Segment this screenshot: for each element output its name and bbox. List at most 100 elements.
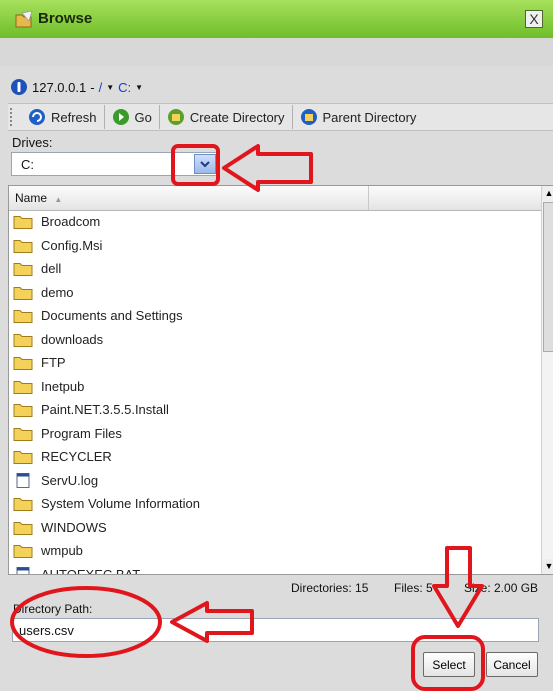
list-item-label: demo <box>41 284 74 300</box>
list-item[interactable]: AUTOEXEC.BAT <box>9 563 539 575</box>
folder-open-icon <box>15 10 33 28</box>
scroll-up-icon[interactable]: ▲ <box>542 186 553 201</box>
create-directory-button[interactable]: Create Directory <box>160 105 293 129</box>
folder-icon <box>13 263 33 277</box>
list-item-label: downloads <box>41 331 104 347</box>
column-header-name[interactable]: Name ▲ <box>9 186 369 210</box>
directory-path-label: Directory Path: <box>13 602 93 616</box>
header-band <box>0 38 553 66</box>
refresh-label: Refresh <box>51 109 97 125</box>
status-files: Files: 5 <box>394 581 433 595</box>
parent-directory-button[interactable]: Parent Directory <box>293 105 424 129</box>
folder-icon <box>13 545 33 559</box>
file-icon <box>16 472 30 488</box>
refresh-icon <box>29 109 45 125</box>
scroll-thumb[interactable] <box>543 202 553 352</box>
list-item-label: Paint.NET.3.5.5.Install <box>41 402 169 418</box>
status-directories: Directories: 15 <box>291 581 369 595</box>
folder-icon <box>13 239 33 253</box>
toolbar: Refresh Go Create Directory Parent Direc… <box>8 103 553 131</box>
list-item[interactable]: wmpub <box>9 539 539 563</box>
folder-icon <box>13 310 33 324</box>
go-button[interactable]: Go <box>105 105 160 129</box>
list-item[interactable]: Broadcom <box>9 210 539 234</box>
go-label: Go <box>134 109 152 125</box>
list-item[interactable]: demo <box>9 281 539 305</box>
list-item-label: Program Files <box>41 425 122 441</box>
create-directory-icon <box>167 109 184 125</box>
cancel-button[interactable]: Cancel <box>486 652 538 677</box>
status-bar: Directories: 15 Files: 5 Size: 2.00 GB <box>8 579 553 597</box>
scroll-down-icon[interactable]: ▼ <box>542 559 553 574</box>
title-bar: Browse X <box>0 0 553 38</box>
folder-icon <box>13 521 33 535</box>
list-item-label: ServU.log <box>41 472 99 488</box>
close-button[interactable]: X <box>525 10 543 28</box>
column-header-label: Name <box>15 191 48 205</box>
chevron-down-icon <box>200 161 210 168</box>
drives-value: C: <box>21 157 34 172</box>
close-icon: X <box>529 11 539 27</box>
status-size: Size: 2.00 GB <box>464 581 539 595</box>
list-item[interactable]: downloads <box>9 328 539 352</box>
folder-icon <box>13 427 33 441</box>
list-item[interactable]: Documents and Settings <box>9 304 539 328</box>
breadcrumb: 127.0.0.1 - / ▼ C: ▼ <box>10 76 143 98</box>
parent-directory-icon <box>300 109 317 125</box>
list-item-label: Inetpub <box>41 378 85 394</box>
folder-icon <box>13 451 33 465</box>
file-grid: Name ▲ Broadcom Config.Msi dell demo Documen… <box>8 185 553 575</box>
list-item[interactable]: dell <box>9 257 539 281</box>
directory-path-input[interactable] <box>12 618 539 642</box>
go-icon <box>112 109 129 125</box>
grid-header: Name ▲ <box>9 186 549 211</box>
list-item-label: RECYCLER <box>41 449 112 465</box>
breadcrumb-root-link[interactable]: / <box>99 80 103 95</box>
refresh-button[interactable]: Refresh <box>21 105 105 129</box>
list-item[interactable]: Inetpub <box>9 375 539 399</box>
server-icon <box>11 79 27 95</box>
window-title: Browse <box>38 10 93 27</box>
folder-icon <box>13 498 33 512</box>
list-item[interactable]: Config.Msi <box>9 234 539 258</box>
sort-ascending-icon: ▲ <box>54 195 63 204</box>
list-item[interactable]: RECYCLER <box>9 445 539 469</box>
toolbar-gripper <box>10 108 17 126</box>
parent-directory-label: Parent Directory <box>322 109 417 125</box>
list-item[interactable]: FTP <box>9 351 539 375</box>
list-item[interactable]: System Volume Information <box>9 492 539 516</box>
drives-dropdown-button[interactable] <box>194 154 216 174</box>
folder-icon <box>13 216 33 230</box>
breadcrumb-host: 127.0.0.1 <box>32 79 87 95</box>
annotation-arrow-drives <box>222 144 313 192</box>
folder-icon <box>13 286 33 300</box>
vertical-scrollbar[interactable]: ▲ ▼ <box>541 186 553 574</box>
list-item-label: System Volume Information <box>41 496 200 512</box>
list-item-label: AUTOEXEC.BAT <box>41 566 141 575</box>
create-directory-label: Create Directory <box>189 109 285 125</box>
file-icon <box>16 566 30 574</box>
list-item[interactable]: Paint.NET.3.5.5.Install <box>9 398 539 422</box>
list-item[interactable]: Program Files <box>9 422 539 446</box>
chevron-down-icon[interactable]: ▼ <box>106 83 114 92</box>
folder-icon <box>13 404 33 418</box>
list-item[interactable]: ServU.log <box>9 469 539 493</box>
folder-icon <box>13 333 33 347</box>
drives-label: Drives: <box>12 135 53 150</box>
list-item-label: FTP <box>41 355 66 371</box>
list-item-label: Broadcom <box>41 214 101 230</box>
drives-select[interactable]: C: <box>11 152 218 176</box>
folder-icon <box>13 357 33 371</box>
list-item-label: dell <box>41 261 62 277</box>
list-item-label: Documents and Settings <box>41 308 183 324</box>
chevron-down-icon[interactable]: ▼ <box>135 83 143 92</box>
breadcrumb-separator: - <box>90 79 95 95</box>
list-item[interactable]: WINDOWS <box>9 516 539 540</box>
grid-rows: Broadcom Config.Msi dell demo Documents and … <box>9 210 539 575</box>
folder-icon <box>13 380 33 394</box>
browse-window: Browse X 127.0.0.1 - / ▼ C: ▼ Refresh Go… <box>0 0 553 691</box>
select-button[interactable]: Select <box>423 652 475 677</box>
breadcrumb-drive-link[interactable]: C: <box>118 80 131 95</box>
list-item-label: wmpub <box>41 543 83 559</box>
list-item-label: WINDOWS <box>41 519 107 535</box>
